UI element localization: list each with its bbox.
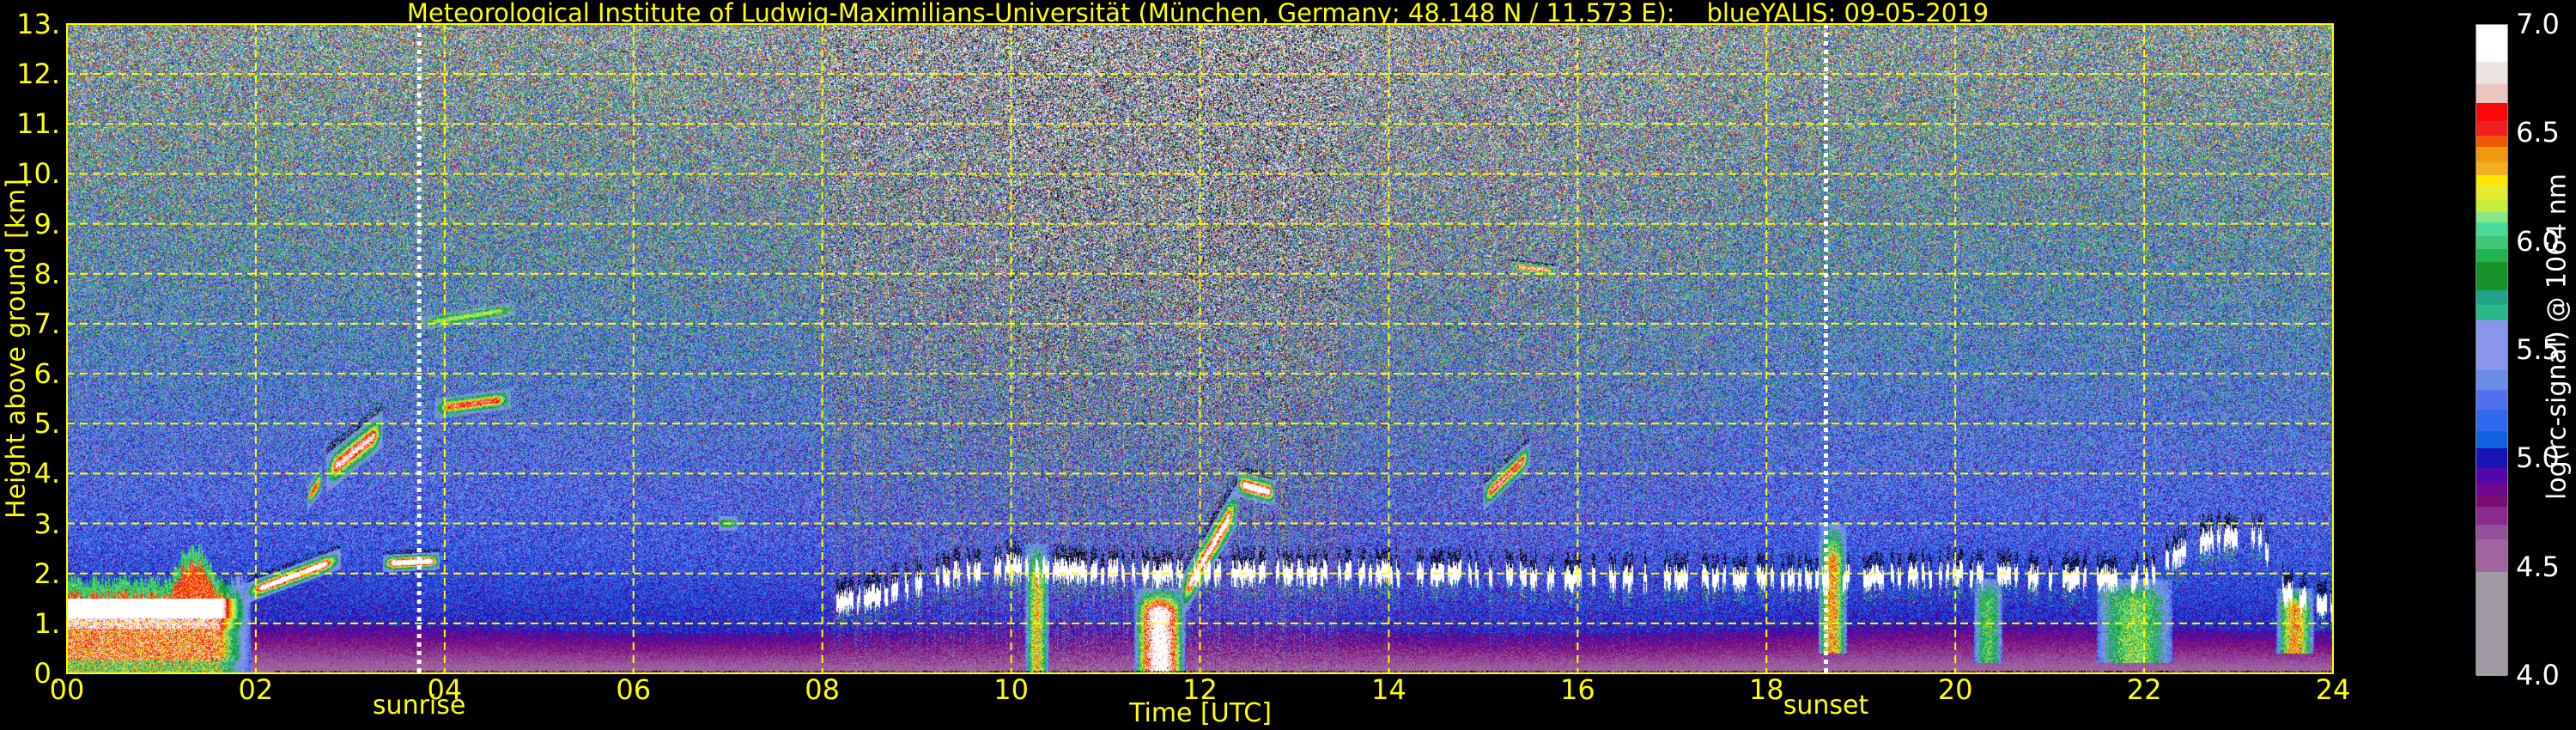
colorbar-segment — [2476, 83, 2507, 104]
colorbar-tick-label: 4.5 — [2516, 550, 2560, 583]
chart-title: Meteorological Institute of Ludwig-Maxim… — [406, 0, 1990, 27]
colorbar-segment — [2476, 248, 2507, 262]
y-tick-label: 9. — [33, 207, 60, 240]
colorbar-segment — [2476, 61, 2507, 84]
x-tick-label: 02 — [238, 673, 274, 706]
colorbar-segment — [2476, 211, 2507, 223]
x-tick-label: 00 — [49, 673, 85, 706]
x-tick-label: 20 — [1937, 673, 1973, 706]
colorbar-segment — [2476, 198, 2507, 212]
x-tick-label: 16 — [1559, 673, 1595, 706]
x-tick-label: 14 — [1371, 673, 1406, 706]
y-tick-label: 11. — [16, 107, 60, 141]
colorbar-segment — [2476, 120, 2507, 137]
grid-overlay — [66, 23, 2334, 674]
colorbar-tick-label: 6.5 — [2516, 116, 2560, 149]
y-tick-label: 7. — [33, 307, 60, 340]
colorbar-segment — [2476, 304, 2507, 321]
colorbar-segment — [2476, 538, 2507, 573]
y-tick-label: 8. — [33, 257, 60, 290]
x-tick-label: 06 — [616, 673, 652, 706]
x-tick-label: 10 — [993, 673, 1029, 706]
colorbar-segment — [2476, 483, 2507, 496]
colorbar-segment — [2476, 409, 2507, 431]
y-tick-label: 4. — [33, 457, 60, 490]
y-tick-label: 13. — [16, 8, 60, 40]
colorbar-segment — [2476, 146, 2507, 162]
x-tick-label: 18 — [1748, 673, 1784, 706]
y-tick-label: 12. — [16, 58, 60, 91]
sunrise-label: sunrise — [372, 690, 466, 721]
y-tick-label: 5. — [33, 407, 60, 441]
plot-area — [66, 23, 2334, 674]
colorbar-segment — [2476, 447, 2507, 468]
colorbar-segment — [2476, 524, 2507, 540]
x-tick-label: 24 — [2315, 673, 2351, 706]
colorbar-tick-label: 7.0 — [2516, 8, 2560, 40]
colorbar-segment — [2476, 506, 2507, 525]
colorbar-tick-label: 4.0 — [2516, 659, 2560, 691]
colorbar-segment — [2476, 389, 2507, 410]
sunset-label: sunset — [1783, 690, 1869, 721]
colorbar-segment — [2476, 235, 2507, 249]
colorbar-segment — [2476, 496, 2507, 508]
y-tick-label: 3. — [33, 507, 60, 540]
y-tick-label: 6. — [33, 357, 60, 391]
x-axis-label: Time [UTC] — [1129, 698, 1272, 728]
colorbar-segment — [2476, 102, 2507, 121]
colorbar-segment — [2476, 369, 2507, 390]
colorbar-segment — [2476, 135, 2507, 147]
colorbar-label: log(rc-signal) @ 1064 nm — [2542, 173, 2573, 501]
y-tick-label: 1. — [33, 606, 60, 640]
x-tick-label: 08 — [805, 673, 841, 706]
colorbar-segment — [2476, 289, 2507, 306]
colorbar-segment — [2476, 185, 2507, 199]
colorbar-segment — [2476, 25, 2507, 63]
colorbar-segment — [2476, 571, 2507, 677]
colorbar-segment — [2476, 319, 2507, 371]
colorbar-segment — [2476, 261, 2507, 290]
colorbar — [2476, 24, 2508, 677]
colorbar-segment — [2476, 222, 2507, 236]
colorbar-segment — [2476, 161, 2507, 175]
y-tick-label: 2. — [33, 557, 60, 590]
y-axis-label: Height above ground [km] — [1, 179, 32, 519]
colorbar-segment — [2476, 467, 2507, 484]
colorbar-segment — [2476, 430, 2507, 449]
colorbar-segment — [2476, 174, 2507, 186]
x-tick-label: 22 — [2126, 673, 2162, 706]
